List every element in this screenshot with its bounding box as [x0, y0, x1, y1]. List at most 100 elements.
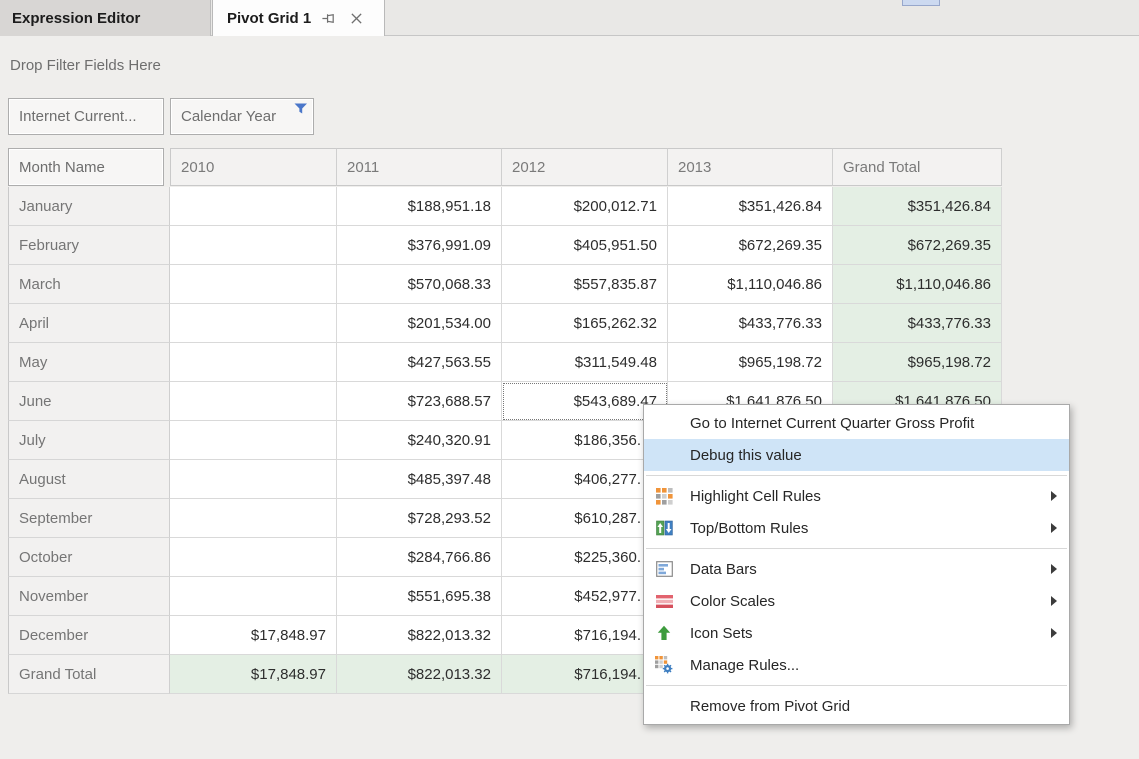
drop-filter-fields-hint: Drop Filter Fields Here	[10, 57, 161, 74]
column-header-2012[interactable]: 2012	[502, 148, 668, 186]
pivot-cell[interactable]: $433,776.33	[668, 304, 833, 343]
row-header[interactable]: October	[8, 538, 170, 577]
context-menu-item-highlight-cell-rules[interactable]: Highlight Cell Rules	[644, 480, 1069, 512]
pivot-cell[interactable]: $822,013.32	[337, 616, 502, 655]
pivot-cell[interactable]: $284,766.86	[337, 538, 502, 577]
menu-item-label: Debug this value	[690, 447, 802, 464]
row-header[interactable]: Grand Total	[8, 655, 170, 694]
pivot-cell[interactable]	[170, 343, 337, 382]
highlight-cell-rules-icon	[655, 487, 673, 505]
row-header[interactable]: April	[8, 304, 170, 343]
pivot-cell[interactable]: $485,397.48	[337, 460, 502, 499]
pivot-cell[interactable]: $376,991.09	[337, 226, 502, 265]
pivot-cell[interactable]: $965,198.72	[833, 343, 1002, 382]
tab-bar: Expression Editor Pivot Grid 1	[0, 0, 1139, 36]
pivot-cell[interactable]	[170, 538, 337, 577]
menu-separator	[646, 548, 1067, 549]
pivot-cell[interactable]: $433,776.33	[833, 304, 1002, 343]
menu-item-label: Manage Rules...	[690, 657, 799, 674]
pivot-cell[interactable]: $728,293.52	[337, 499, 502, 538]
context-menu-item-top-bottom-rules[interactable]: Top/Bottom Rules	[644, 512, 1069, 544]
column-header-grand-total[interactable]: Grand Total	[833, 148, 1002, 186]
submenu-arrow-icon	[1051, 628, 1057, 638]
pivot-cell[interactable]: $723,688.57	[337, 382, 502, 421]
filter-field-internet-current[interactable]: Internet Current...	[8, 98, 164, 135]
submenu-arrow-icon	[1051, 596, 1057, 606]
column-header-2011[interactable]: 2011	[337, 148, 502, 186]
menu-item-label: Highlight Cell Rules	[690, 488, 821, 505]
row-header[interactable]: November	[8, 577, 170, 616]
data-bars-icon	[655, 560, 673, 578]
pivot-cell[interactable]: $311,549.48	[502, 343, 668, 382]
pivot-cell[interactable]: $165,262.32	[502, 304, 668, 343]
pivot-cell[interactable]: $405,951.50	[502, 226, 668, 265]
row-header[interactable]: June	[8, 382, 170, 421]
pivot-cell[interactable]	[170, 460, 337, 499]
menu-item-label: Color Scales	[690, 593, 775, 610]
pivot-cell[interactable]: $240,320.91	[337, 421, 502, 460]
filter-field-label: Calendar Year	[181, 108, 276, 125]
pivot-corner-cell: Month Name	[8, 148, 170, 186]
tab-label: Pivot Grid 1	[227, 10, 311, 27]
row-header[interactable]: December	[8, 616, 170, 655]
menu-item-label: Remove from Pivot Grid	[690, 698, 850, 715]
row-header[interactable]: September	[8, 499, 170, 538]
pin-icon[interactable]	[317, 7, 339, 29]
context-menu-item-manage-rules[interactable]: Manage Rules...	[644, 649, 1069, 681]
row-header[interactable]: July	[8, 421, 170, 460]
row-header[interactable]: January	[8, 187, 170, 226]
pivot-cell[interactable]	[170, 265, 337, 304]
pivot-cell[interactable]: $551,695.38	[337, 577, 502, 616]
pivot-cell[interactable]: $1,110,046.86	[833, 265, 1002, 304]
pivot-cell[interactable]	[170, 304, 337, 343]
tab-expression-editor[interactable]: Expression Editor	[0, 0, 211, 36]
menu-separator	[646, 475, 1067, 476]
row-header[interactable]: May	[8, 343, 170, 382]
filter-field-label: Internet Current...	[19, 108, 137, 125]
pivot-cell[interactable]	[170, 499, 337, 538]
column-header-2013[interactable]: 2013	[668, 148, 833, 186]
row-area-field-month-name[interactable]: Month Name	[8, 148, 164, 186]
pivot-cell[interactable]	[170, 226, 337, 265]
manage-rules-icon	[655, 656, 673, 674]
pivot-cell[interactable]	[170, 421, 337, 460]
context-menu-item-go-to-internet-current-quarter-gross-profit[interactable]: Go to Internet Current Quarter Gross Pro…	[644, 407, 1069, 439]
pivot-cell[interactable]	[170, 382, 337, 421]
pivot-cell[interactable]: $557,835.87	[502, 265, 668, 304]
submenu-arrow-icon	[1051, 523, 1057, 533]
column-header-2010[interactable]: 2010	[170, 148, 337, 186]
context-menu-item-debug-this-value[interactable]: Debug this value	[644, 439, 1069, 471]
pivot-cell[interactable]: $672,269.35	[833, 226, 1002, 265]
pivot-cell[interactable]: $17,848.97	[170, 655, 337, 694]
context-menu-item-data-bars[interactable]: Data Bars	[644, 553, 1069, 585]
tab-pivot-grid-1[interactable]: Pivot Grid 1	[212, 0, 385, 36]
close-icon[interactable]	[345, 7, 367, 29]
pivot-cell[interactable]: $1,110,046.86	[668, 265, 833, 304]
row-header[interactable]: March	[8, 265, 170, 304]
submenu-arrow-icon	[1051, 564, 1057, 574]
pivot-cell[interactable]: $200,012.71	[502, 187, 668, 226]
menu-item-label: Icon Sets	[690, 625, 753, 642]
toolbar-button-remnant	[902, 0, 940, 6]
pivot-cell[interactable]: $965,198.72	[668, 343, 833, 382]
row-header[interactable]: August	[8, 460, 170, 499]
pivot-cell[interactable]: $201,534.00	[337, 304, 502, 343]
pivot-cell[interactable]	[170, 187, 337, 226]
menu-separator	[646, 685, 1067, 686]
color-scales-icon	[655, 592, 673, 610]
pivot-cell[interactable]: $822,013.32	[337, 655, 502, 694]
pivot-cell[interactable]: $17,848.97	[170, 616, 337, 655]
filter-funnel-icon[interactable]	[294, 102, 308, 114]
pivot-cell[interactable]: $351,426.84	[668, 187, 833, 226]
context-menu-item-icon-sets[interactable]: Icon Sets	[644, 617, 1069, 649]
context-menu-item-remove-from-pivot-grid[interactable]: Remove from Pivot Grid	[644, 690, 1069, 722]
pivot-cell[interactable]: $427,563.55	[337, 343, 502, 382]
pivot-cell[interactable]: $570,068.33	[337, 265, 502, 304]
row-header[interactable]: February	[8, 226, 170, 265]
pivot-cell[interactable]: $351,426.84	[833, 187, 1002, 226]
pivot-cell[interactable]	[170, 577, 337, 616]
filter-field-calendar-year[interactable]: Calendar Year	[170, 98, 314, 135]
pivot-cell[interactable]: $672,269.35	[668, 226, 833, 265]
context-menu-item-color-scales[interactable]: Color Scales	[644, 585, 1069, 617]
pivot-cell[interactable]: $188,951.18	[337, 187, 502, 226]
